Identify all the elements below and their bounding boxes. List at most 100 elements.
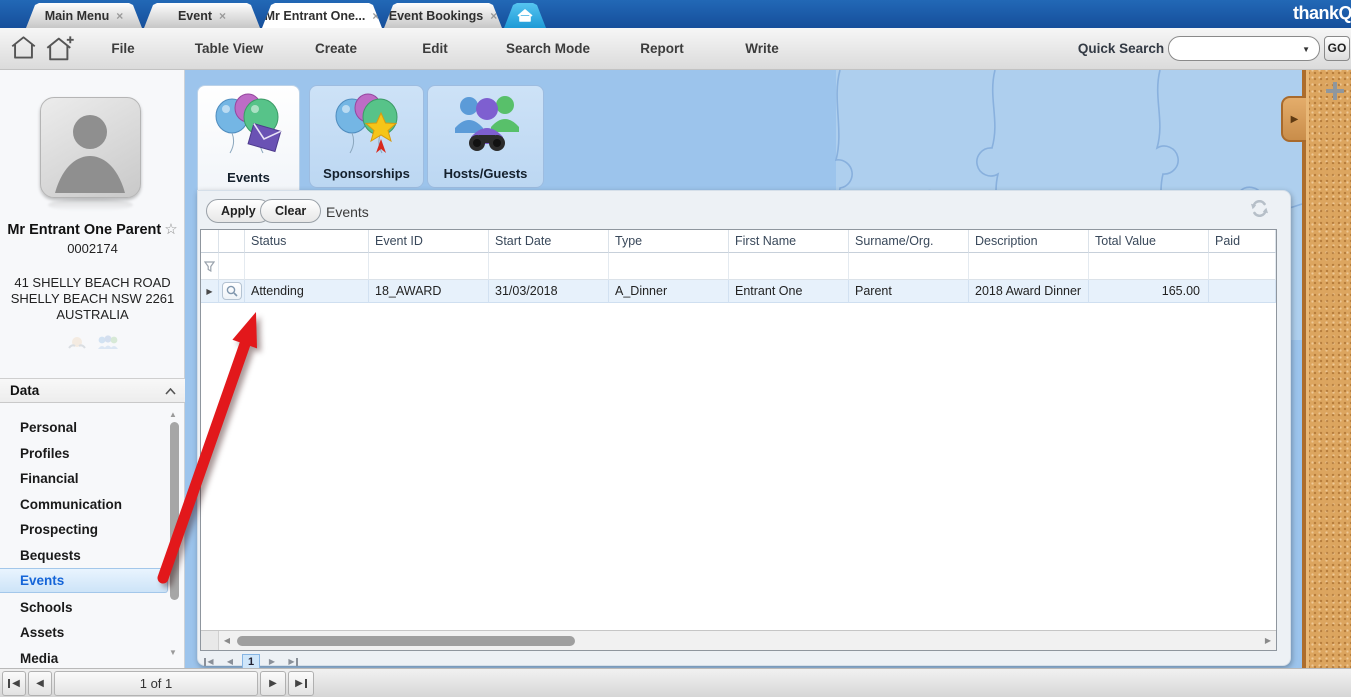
filter-cell[interactable] bbox=[245, 253, 369, 280]
tab-label: Mr Entrant One... bbox=[265, 9, 366, 23]
column-header-surname-org[interactable]: Surname/Org. bbox=[849, 230, 969, 253]
tab-label: Main Menu bbox=[45, 9, 110, 23]
people-binoculars-icon bbox=[447, 91, 525, 157]
filter-cell[interactable] bbox=[609, 253, 729, 280]
window-tab-mr-entrant-one[interactable]: Mr Entrant One... × bbox=[262, 3, 382, 28]
refresh-icon[interactable] bbox=[1249, 200, 1270, 217]
grid-corner-cell bbox=[219, 230, 245, 253]
record-last-button[interactable]: ▶ bbox=[288, 671, 314, 696]
record-first-button[interactable]: ◀ bbox=[2, 671, 26, 696]
sidebar-item-communication[interactable]: Communication bbox=[0, 492, 168, 517]
column-header-start-date[interactable]: Start Date bbox=[489, 230, 609, 253]
filter-cell[interactable] bbox=[849, 253, 969, 280]
cell-surname-org: Parent bbox=[849, 280, 969, 303]
cell-first-name: Entrant One bbox=[729, 280, 849, 303]
home-add-button-icon[interactable] bbox=[45, 35, 76, 63]
title-bar: Main Menu × Event × Mr Entrant One... × … bbox=[0, 0, 1351, 28]
data-section-header[interactable]: Data bbox=[0, 378, 185, 403]
sidebar-item-profiles[interactable]: Profiles bbox=[0, 441, 168, 466]
record-prev-button[interactable]: ◀ bbox=[28, 671, 52, 696]
sidebar-item-financial[interactable]: Financial bbox=[0, 466, 168, 491]
menu-table-view[interactable]: Table View bbox=[195, 41, 264, 56]
close-icon[interactable]: × bbox=[219, 10, 226, 22]
tab-events[interactable]: Events bbox=[197, 85, 300, 191]
scroll-left-icon[interactable]: ◀ bbox=[219, 636, 235, 645]
clear-button[interactable]: Clear bbox=[260, 199, 321, 223]
address-line: SHELLY BEACH NSW 2261 bbox=[0, 291, 185, 307]
cell-status: Attending bbox=[245, 280, 369, 303]
tab-sponsorships[interactable]: Sponsorships bbox=[309, 85, 424, 188]
close-icon[interactable]: × bbox=[372, 10, 379, 22]
sidebar-item-events[interactable]: Events bbox=[0, 568, 168, 593]
go-button[interactable]: GO bbox=[1324, 36, 1350, 61]
chevron-up-icon[interactable] bbox=[165, 388, 176, 395]
window-tab-main-menu[interactable]: Main Menu × bbox=[26, 3, 142, 28]
filter-row-indicator bbox=[201, 253, 219, 280]
avatar-reflection bbox=[48, 199, 133, 211]
cell-total-value: 165.00 bbox=[1089, 280, 1209, 303]
address-line: AUSTRALIA bbox=[0, 307, 185, 323]
column-header-status[interactable]: Status bbox=[245, 230, 369, 253]
group-flag-icon bbox=[97, 335, 119, 351]
close-icon[interactable]: × bbox=[490, 10, 497, 22]
sidebar-item-schools[interactable]: Schools bbox=[0, 595, 168, 620]
scrollbar-thumb[interactable] bbox=[237, 636, 575, 646]
chevron-right-icon: ▶ bbox=[1291, 114, 1299, 125]
panel-expand-handle[interactable]: ▶ bbox=[1281, 96, 1306, 142]
filter-cell[interactable] bbox=[1209, 253, 1276, 280]
quick-search-input[interactable]: ▼ bbox=[1168, 36, 1320, 61]
tab-label: Event Bookings bbox=[389, 9, 483, 23]
filter-cell[interactable] bbox=[729, 253, 849, 280]
add-icon[interactable] bbox=[1326, 82, 1344, 100]
close-icon[interactable]: × bbox=[116, 10, 123, 22]
sidebar-item-media[interactable]: Media bbox=[0, 646, 168, 669]
menu-edit[interactable]: Edit bbox=[422, 41, 448, 56]
sidebar-item-prospecting[interactable]: Prospecting bbox=[0, 517, 168, 542]
column-header-first-name[interactable]: First Name bbox=[729, 230, 849, 253]
menu-report[interactable]: Report bbox=[640, 41, 684, 56]
filter-cell[interactable] bbox=[489, 253, 609, 280]
menu-create[interactable]: Create bbox=[315, 41, 357, 56]
home-tab[interactable] bbox=[504, 3, 546, 28]
magnifier-icon bbox=[226, 285, 238, 297]
chevron-down-icon[interactable]: ▼ bbox=[1302, 45, 1310, 54]
sidebar-data-list: Personal Profiles Financial Communicatio… bbox=[0, 404, 185, 668]
column-header-paid[interactable]: Paid bbox=[1209, 230, 1276, 253]
filter-cell[interactable] bbox=[369, 253, 489, 280]
scroll-down-icon[interactable]: ▼ bbox=[169, 648, 177, 657]
filter-cell[interactable] bbox=[969, 253, 1089, 280]
quick-search-label: Quick Search bbox=[1078, 41, 1164, 56]
home-button-icon[interactable] bbox=[10, 35, 37, 61]
sidebar-scrollbar-thumb[interactable] bbox=[170, 422, 179, 600]
tab-hosts-guests[interactable]: Hosts/Guests bbox=[427, 85, 544, 188]
row-indicator-icon: ▶ bbox=[206, 287, 212, 296]
menu-search-mode[interactable]: Search Mode bbox=[506, 41, 590, 56]
window-tab-event[interactable]: Event × bbox=[144, 3, 260, 28]
column-header-total-value[interactable]: Total Value bbox=[1089, 230, 1209, 253]
window-tab-event-bookings[interactable]: Event Bookings × bbox=[384, 3, 502, 28]
home-icon bbox=[517, 9, 533, 22]
scroll-right-icon[interactable]: ▶ bbox=[1260, 636, 1276, 645]
menu-bar: File Table View Create Edit Search Mode … bbox=[0, 28, 1351, 70]
avatar bbox=[40, 97, 141, 198]
table-row[interactable]: ▶ Attending 18_AWARD 31/03/2018 A_Dinner… bbox=[201, 280, 1276, 303]
column-header-event-id[interactable]: Event ID bbox=[369, 230, 489, 253]
record-next-button[interactable]: ▶ bbox=[260, 671, 286, 696]
favorite-star-icon[interactable]: ☆ bbox=[164, 221, 177, 238]
grid-empty-area bbox=[201, 303, 1276, 630]
menu-write[interactable]: Write bbox=[745, 41, 779, 56]
sidebar-item-personal[interactable]: Personal bbox=[0, 415, 168, 440]
balloons-envelope-icon bbox=[210, 91, 288, 157]
person-flag-icon bbox=[67, 335, 87, 351]
scroll-up-icon[interactable]: ▲ bbox=[169, 410, 177, 419]
filter-cell[interactable] bbox=[1089, 253, 1209, 280]
sidebar-item-assets[interactable]: Assets bbox=[0, 620, 168, 645]
column-header-description[interactable]: Description bbox=[969, 230, 1089, 253]
row-detail-button[interactable] bbox=[222, 282, 242, 300]
grid-filter-row bbox=[201, 253, 1276, 280]
menu-file[interactable]: File bbox=[111, 41, 134, 56]
address-line: 41 SHELLY BEACH ROAD bbox=[0, 275, 185, 291]
column-header-type[interactable]: Type bbox=[609, 230, 729, 253]
app-logo: thankQ bbox=[1293, 3, 1351, 26]
sidebar-item-bequests[interactable]: Bequests bbox=[0, 543, 168, 568]
